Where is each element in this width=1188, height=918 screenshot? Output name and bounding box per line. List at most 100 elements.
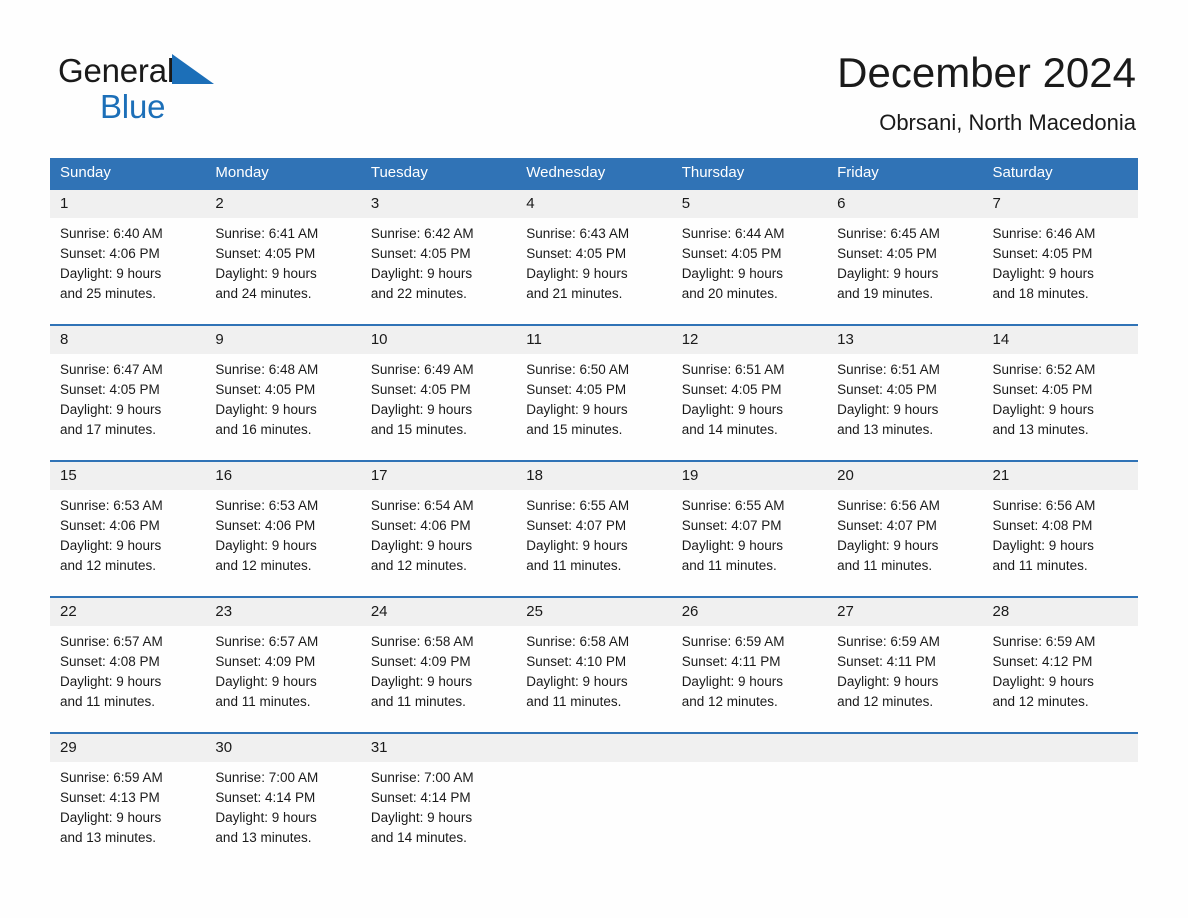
brand-logo[interactable]: General Blue [58,52,358,132]
day-cell[interactable]: Sunrise: 6:53 AM Sunset: 4:06 PM Dayligh… [205,490,360,596]
day-cell[interactable]: Sunrise: 6:44 AM Sunset: 4:05 PM Dayligh… [672,218,827,324]
day-cell[interactable]: Sunrise: 6:48 AM Sunset: 4:05 PM Dayligh… [205,354,360,460]
day-cell[interactable]: Sunrise: 6:55 AM Sunset: 4:07 PM Dayligh… [672,490,827,596]
day-number[interactable]: 7 [983,190,1138,218]
day-cell[interactable]: Sunrise: 6:46 AM Sunset: 4:05 PM Dayligh… [983,218,1138,324]
day-cell[interactable]: Sunrise: 6:42 AM Sunset: 4:05 PM Dayligh… [361,218,516,324]
day-number[interactable]: 14 [983,326,1138,354]
week-day-numbers: 22 23 24 25 26 27 28 [50,598,1138,626]
daylight-text-line2: and 14 minutes. [370,830,467,845]
day-cell[interactable]: Sunrise: 6:47 AM Sunset: 4:05 PM Dayligh… [50,354,205,460]
day-number[interactable]: 2 [205,190,360,218]
location-subtitle: Obrsani, North Macedonia [879,110,1136,135]
day-number[interactable]: 10 [361,326,516,354]
day-number[interactable]: 4 [516,190,671,218]
day-cell[interactable]: Sunrise: 6:56 AM Sunset: 4:08 PM Dayligh… [983,490,1138,596]
day-cell[interactable]: Sunrise: 6:59 AM Sunset: 4:11 PM Dayligh… [827,626,982,732]
day-cell[interactable]: Sunrise: 6:40 AM Sunset: 4:06 PM Dayligh… [50,218,205,324]
day-cell[interactable]: Sunrise: 6:58 AM Sunset: 4:09 PM Dayligh… [361,626,516,732]
day-number[interactable]: 6 [827,190,982,218]
sunrise-text: Sunrise: 6:59 AM [60,770,163,785]
daylight-text-line1: Daylight: 9 hours [370,402,473,417]
daylight-text-line1: Daylight: 9 hours [526,538,628,553]
day-number[interactable]: 12 [672,326,827,354]
day-number[interactable]: 15 [50,462,205,490]
day-number[interactable]: 21 [983,462,1138,490]
day-number[interactable]: 25 [516,598,671,626]
day-cell[interactable]: Sunrise: 6:53 AM Sunset: 4:06 PM Dayligh… [50,490,205,596]
day-cell[interactable]: Sunrise: 7:00 AM Sunset: 4:14 PM Dayligh… [361,762,516,862]
sunset-text: Sunset: 4:12 PM [992,654,1093,669]
day-cell[interactable]: Sunrise: 6:57 AM Sunset: 4:09 PM Dayligh… [205,626,360,732]
day-number[interactable]: 8 [50,326,205,354]
daylight-text-line1: Daylight: 9 hours [60,402,162,417]
daylight-text-line1: Daylight: 9 hours [60,266,162,281]
sunrise-text: Sunrise: 6:55 AM [526,498,630,513]
day-number[interactable]: 24 [361,598,516,626]
day-cell[interactable]: Sunrise: 6:56 AM Sunset: 4:07 PM Dayligh… [827,490,982,596]
weekday-header-sunday: Sunday [60,164,111,181]
daylight-text-line1: Daylight: 9 hours [370,810,473,825]
day-number[interactable]: 26 [672,598,827,626]
day-cell[interactable]: Sunrise: 6:45 AM Sunset: 4:05 PM Dayligh… [827,218,982,324]
sunset-text: Sunset: 4:11 PM [837,654,936,669]
day-cell[interactable]: Sunrise: 6:59 AM Sunset: 4:13 PM Dayligh… [50,762,205,862]
sunset-text: Sunset: 4:09 PM [215,654,316,669]
day-number[interactable]: 17 [361,462,516,490]
logo-top-row: General [58,52,358,90]
week-day-numbers: 8 9 10 11 12 13 14 [50,326,1138,354]
day-cell[interactable]: Sunrise: 6:55 AM Sunset: 4:07 PM Dayligh… [516,490,671,596]
sunset-text: Sunset: 4:06 PM [60,518,160,533]
day-cell[interactable]: Sunrise: 6:59 AM Sunset: 4:11 PM Dayligh… [672,626,827,732]
daylight-text-line2: and 11 minutes. [60,694,156,709]
day-cell[interactable]: Sunrise: 6:57 AM Sunset: 4:08 PM Dayligh… [50,626,205,732]
sunrise-text: Sunrise: 6:53 AM [215,498,319,513]
daylight-text-line1: Daylight: 9 hours [992,402,1094,417]
day-cell[interactable]: Sunrise: 6:50 AM Sunset: 4:05 PM Dayligh… [516,354,671,460]
day-cell[interactable]: Sunrise: 6:59 AM Sunset: 4:12 PM Dayligh… [983,626,1138,732]
weekday-header-monday: Monday [215,164,269,181]
daylight-text-line1: Daylight: 9 hours [215,810,317,825]
day-cell[interactable]: Sunrise: 6:51 AM Sunset: 4:05 PM Dayligh… [672,354,827,460]
day-cell[interactable]: Sunrise: 6:54 AM Sunset: 4:06 PM Dayligh… [361,490,516,596]
day-number[interactable]: 28 [983,598,1138,626]
daylight-text-line2: and 19 minutes. [837,286,934,301]
daylight-text-line2: and 14 minutes. [681,422,778,437]
daylight-text-line1: Daylight: 9 hours [681,538,783,553]
daylight-text-line2: and 21 minutes. [526,286,623,301]
day-cell[interactable]: Sunrise: 6:41 AM Sunset: 4:05 PM Dayligh… [205,218,360,324]
week-day-numbers: 29 30 31 [50,734,1138,762]
weekday-header-thursday: Thursday [681,164,745,181]
day-number[interactable]: 19 [672,462,827,490]
day-number[interactable]: 23 [205,598,360,626]
daylight-text-line1: Daylight: 9 hours [681,266,783,281]
day-number[interactable]: 11 [516,326,671,354]
day-number[interactable]: 3 [361,190,516,218]
day-number[interactable]: 22 [50,598,205,626]
day-cell[interactable]: Sunrise: 6:58 AM Sunset: 4:10 PM Dayligh… [516,626,671,732]
day-number[interactable]: 16 [205,462,360,490]
day-number[interactable]: 29 [50,734,205,762]
day-number[interactable]: 9 [205,326,360,354]
day-cell[interactable]: Sunrise: 6:52 AM Sunset: 4:05 PM Dayligh… [983,354,1138,460]
sunrise-text: Sunrise: 6:54 AM [370,498,474,513]
day-number[interactable]: 18 [516,462,671,490]
day-number[interactable]: 1 [50,190,205,218]
day-number[interactable]: 27 [827,598,982,626]
daylight-text-line2: and 12 minutes. [215,558,312,573]
day-number[interactable]: 5 [672,190,827,218]
daylight-text-line2: and 13 minutes. [837,422,934,437]
sunrise-text: Sunrise: 6:56 AM [992,498,1096,513]
day-number[interactable]: 20 [827,462,982,490]
daylight-text-line1: Daylight: 9 hours [215,266,317,281]
day-number[interactable]: 30 [205,734,360,762]
daylight-text-line2: and 22 minutes. [370,286,467,301]
sunrise-text: Sunrise: 6:55 AM [681,498,785,513]
sunset-text: Sunset: 4:05 PM [837,246,937,261]
day-cell[interactable]: Sunrise: 6:51 AM Sunset: 4:05 PM Dayligh… [827,354,982,460]
day-cell[interactable]: Sunrise: 6:43 AM Sunset: 4:05 PM Dayligh… [516,218,671,324]
day-number[interactable]: 13 [827,326,982,354]
day-number[interactable]: 31 [361,734,516,762]
day-cell[interactable]: Sunrise: 6:49 AM Sunset: 4:05 PM Dayligh… [361,354,516,460]
day-cell[interactable]: Sunrise: 7:00 AM Sunset: 4:14 PM Dayligh… [205,762,360,862]
